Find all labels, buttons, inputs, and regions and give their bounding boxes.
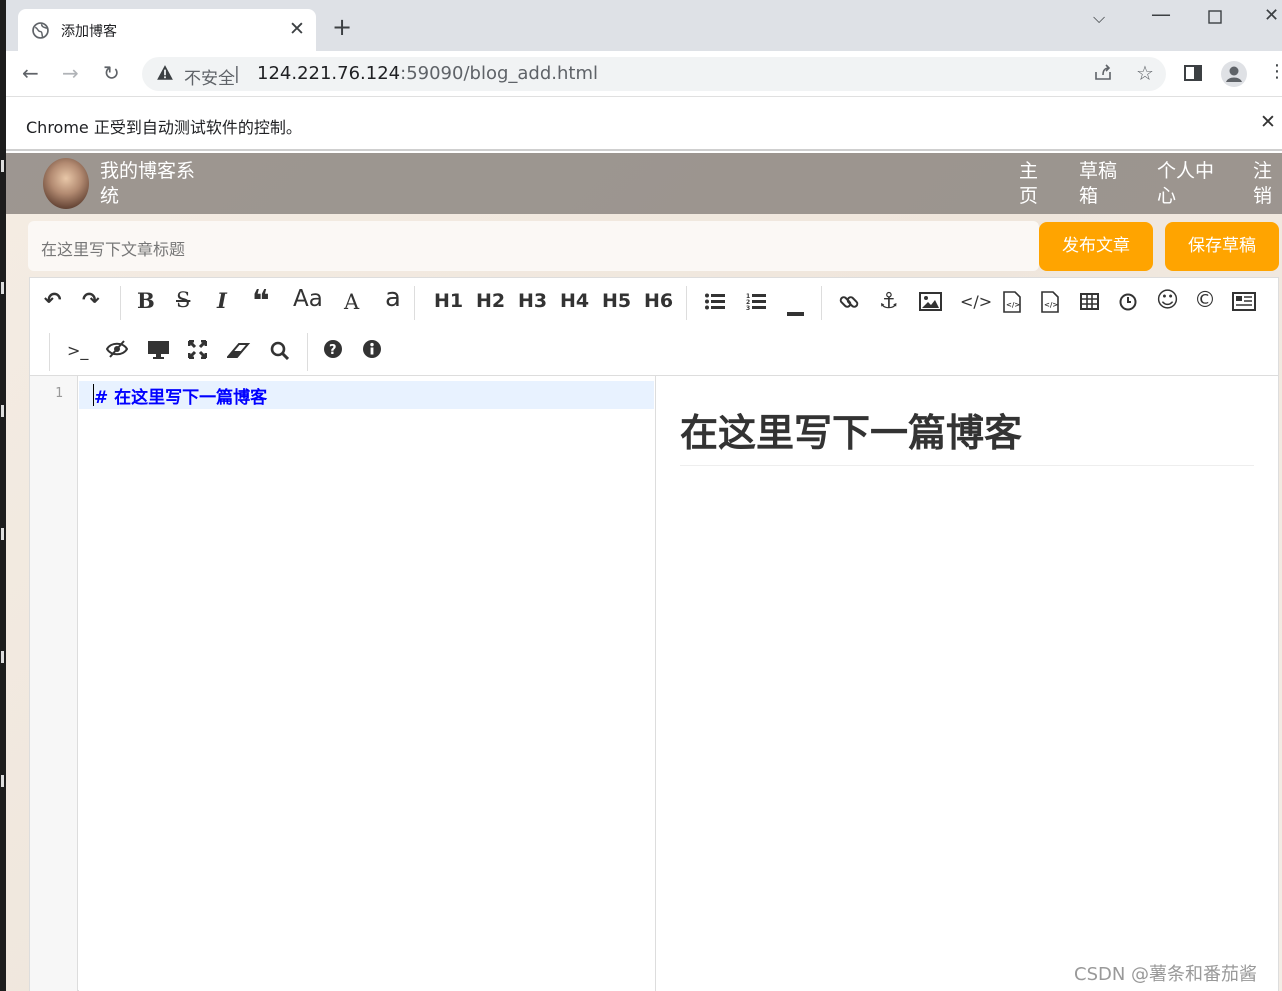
toolbar-divider: [821, 286, 822, 320]
bold-icon[interactable]: B: [137, 288, 155, 313]
strikethrough-icon[interactable]: S: [176, 288, 190, 312]
url-host: 124.221.76.124: [257, 63, 401, 84]
maximize-icon[interactable]: [1208, 9, 1222, 28]
link-icon[interactable]: [839, 292, 859, 316]
info-icon[interactable]: [363, 340, 381, 362]
uppercase-aa-icon[interactable]: Aa: [293, 286, 323, 312]
watch-toggle-icon[interactable]: [105, 340, 129, 362]
editor-toolbar: ↶ ↷ B S I ❝ Aa A a H1 H2 H3 H4 H5 H6 123: [30, 278, 1278, 376]
infobar-close-icon[interactable]: ✕: [1260, 111, 1276, 133]
svg-text:3: 3: [746, 305, 750, 311]
minimize-icon[interactable]: —: [1151, 2, 1171, 26]
nav-drafts[interactable]: 草稿箱: [1079, 159, 1123, 209]
preformatted-icon[interactable]: </>: [1041, 291, 1059, 317]
uppercase-icon[interactable]: A: [344, 290, 359, 314]
markdown-source-line: # 在这里写下一篇博客: [94, 388, 268, 408]
terminal-icon[interactable]: >_: [67, 341, 88, 360]
clear-icon[interactable]: [225, 342, 251, 362]
window-close-icon[interactable]: ✕: [1264, 5, 1279, 26]
toolbar-divider: [686, 286, 687, 320]
search-icon[interactable]: [270, 341, 290, 364]
emoji-icon[interactable]: ☺: [1156, 288, 1179, 313]
tab-close-icon[interactable]: ✕: [289, 18, 305, 40]
markdown-preview-pane: 在这里写下一篇博客: [655, 376, 1278, 991]
url-path: :59090/blog_add.html: [400, 63, 598, 84]
h1-button[interactable]: H1: [434, 290, 463, 312]
back-icon[interactable]: ←: [22, 61, 39, 85]
infobar-message: Chrome 正受到自动测试软件的控制。: [26, 118, 302, 137]
title-placeholder: 在这里写下文章标题: [41, 240, 186, 259]
image-icon[interactable]: [919, 292, 942, 315]
nav-home[interactable]: 主页: [1019, 159, 1043, 209]
quote-icon[interactable]: ❝: [252, 284, 270, 319]
automation-infobar: Chrome 正受到自动测试软件的控制。 ✕: [6, 97, 1282, 151]
anchor-icon[interactable]: ⚓: [879, 289, 899, 314]
fullscreen-preview-icon[interactable]: [147, 340, 170, 363]
code-icon[interactable]: </>: [960, 292, 992, 311]
html-entities-icon[interactable]: ©: [1194, 288, 1216, 313]
nav-logout[interactable]: 注销: [1253, 159, 1277, 209]
toolbar-divider: [120, 286, 121, 320]
nav-profile[interactable]: 个人中心: [1157, 159, 1221, 209]
profile-avatar-icon[interactable]: [1220, 60, 1248, 93]
fullscreen-icon[interactable]: [187, 339, 208, 363]
new-tab-button[interactable]: +: [332, 13, 352, 41]
browser-tab[interactable]: 添加博客 ✕: [18, 9, 316, 51]
toolbar-divider: [414, 286, 415, 320]
unordered-list-icon[interactable]: [705, 293, 725, 314]
horizontal-rule-icon[interactable]: [787, 301, 804, 320]
toolbar-divider: [307, 333, 308, 371]
reload-icon[interactable]: ↻: [103, 61, 120, 85]
share-icon[interactable]: [1094, 63, 1112, 86]
toolbar-divider: [49, 333, 50, 371]
italic-icon[interactable]: I: [217, 288, 227, 313]
h4-button[interactable]: H4: [560, 290, 589, 312]
url-divider: |: [234, 64, 240, 84]
ordered-list-icon[interactable]: 123: [746, 293, 766, 315]
code-block-icon[interactable]: </>: [1003, 291, 1021, 317]
table-icon[interactable]: [1080, 293, 1099, 314]
h6-button[interactable]: H6: [644, 290, 673, 312]
lowercase-icon[interactable]: a: [385, 283, 401, 313]
help-icon[interactable]: ?: [324, 340, 342, 362]
tab-title: 添加博客: [61, 24, 117, 40]
undo-icon[interactable]: ↶: [44, 288, 62, 312]
line-gutter: 1: [30, 376, 78, 991]
datetime-icon[interactable]: [1119, 293, 1137, 315]
site-header: 我的博客系统 主页 草稿箱 个人中心 注销: [6, 153, 1282, 214]
warning-icon: [157, 65, 173, 80]
svg-text:</>: </>: [1006, 301, 1020, 309]
save-draft-button[interactable]: 保存草稿: [1165, 222, 1279, 271]
security-label: 不安全: [184, 69, 235, 89]
publish-button[interactable]: 发布文章: [1039, 222, 1153, 271]
h5-button[interactable]: H5: [602, 290, 631, 312]
bookmark-star-icon[interactable]: ☆: [1136, 61, 1154, 85]
redo-icon[interactable]: ↷: [82, 288, 100, 312]
pagebreak-icon[interactable]: [1232, 292, 1256, 315]
site-brand: 我的博客系统: [100, 160, 196, 207]
side-panel-icon[interactable]: [1184, 63, 1202, 87]
globe-icon: [32, 22, 49, 39]
forward-icon[interactable]: →: [62, 61, 79, 85]
watermark: CSDN @薯条和番茄酱: [1074, 964, 1258, 985]
svg-text:?: ?: [329, 343, 337, 358]
svg-text:</>: </>: [1044, 301, 1058, 309]
preview-heading: 在这里写下一篇博客: [680, 402, 1254, 466]
markdown-editor: ↶ ↷ B S I ❝ Aa A a H1 H2 H3 H4 H5 H6 123: [29, 277, 1279, 991]
address-bar[interactable]: 不安全 | 124.221.76.124:59090/blog_add.html…: [142, 57, 1166, 91]
browser-toolbar: ← → ↻ 不安全 | 124.221.76.124:59090/blog_ad…: [6, 51, 1282, 97]
tab-search-icon[interactable]: ⌵: [1093, 8, 1105, 28]
browser-window: 添加博客 ✕ + ⌵ — ✕ ← → ↻ 不安全 | 124.221.76.12…: [6, 0, 1282, 991]
url-text: 124.221.76.124:59090/blog_add.html: [257, 63, 598, 84]
tab-strip: 添加博客 ✕ + ⌵ — ✕: [6, 0, 1282, 51]
h3-button[interactable]: H3: [518, 290, 547, 312]
markdown-source-pane[interactable]: # 在这里写下一篇博客: [79, 376, 655, 991]
page-content: 我的博客系统 主页 草稿箱 个人中心 注销 在这里写下文章标题 发布文章 保存草…: [6, 153, 1282, 991]
line-number: 1: [55, 386, 63, 401]
avatar: [43, 158, 89, 209]
h2-button[interactable]: H2: [476, 290, 505, 312]
menu-kebab-icon[interactable]: ⋮: [1268, 61, 1282, 82]
article-title-input[interactable]: 在这里写下文章标题: [28, 221, 1039, 271]
